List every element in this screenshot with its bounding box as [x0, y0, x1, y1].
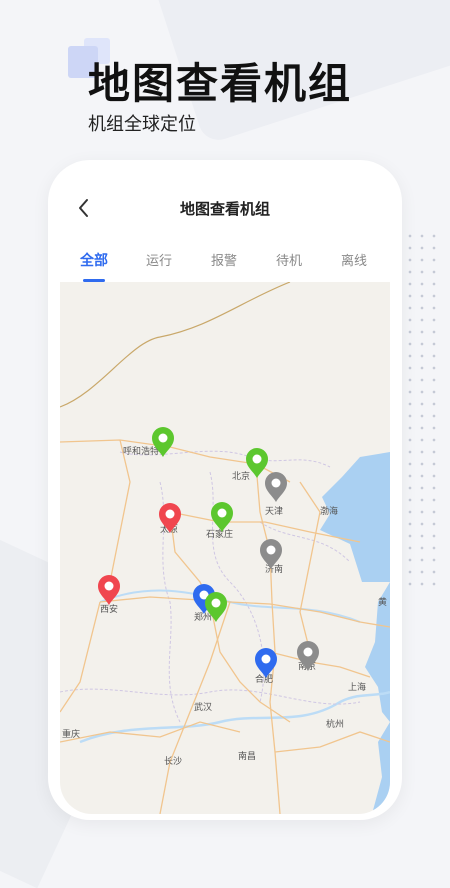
city-label-shanghai: 上海 [348, 681, 366, 693]
dot-pattern [404, 230, 444, 590]
city-label-beijing: 北京 [232, 470, 250, 482]
city-label-bohai: 渤海 [320, 505, 338, 517]
screen-title: 地图查看机组 [179, 200, 270, 218]
city-label-jinan: 济南 [265, 563, 283, 575]
hero-subtitle: 机组全球定位 [88, 114, 196, 135]
tab-running[interactable]: 运行 [134, 250, 184, 269]
city-label-nanchang: 南昌 [238, 750, 256, 762]
hero-title: 地图查看机组 [88, 59, 353, 108]
tab-all[interactable]: 全部 [69, 250, 119, 270]
city-label-huang: 黄 [378, 596, 387, 608]
city-label-hohhot: 呼和浩特 [123, 445, 159, 457]
city-label-hangzhou: 杭州 [326, 718, 344, 730]
tab-alarm[interactable]: 报警 [199, 250, 249, 269]
city-label-shijiazhuang: 石家庄 [206, 528, 233, 540]
city-label-tianjin: 天津 [265, 506, 283, 517]
nav-bar: 地图查看机组 [60, 174, 390, 230]
city-label-wuhan: 武汉 [194, 701, 212, 713]
phone-frame: 地图查看机组 全部 运行 报警 待机 离线 呼和浩特 北京 天津 渤海 石家庄 … [48, 160, 402, 820]
city-label-changsha: 长沙 [164, 755, 182, 767]
tab-offline[interactable]: 离线 [329, 250, 379, 269]
phone-screen: 地图查看机组 全部 运行 报警 待机 离线 呼和浩特 北京 天津 渤海 石家庄 … [60, 174, 390, 814]
status-tabs: 全部 运行 报警 待机 离线 [60, 250, 390, 282]
map-view[interactable]: 呼和浩特 北京 天津 渤海 太原 石家庄 济南 西安 郑州 合肥 南京 上海 武… [60, 282, 390, 814]
city-label-chongqing: 重庆 [62, 728, 80, 740]
tab-standby[interactable]: 待机 [264, 250, 314, 269]
